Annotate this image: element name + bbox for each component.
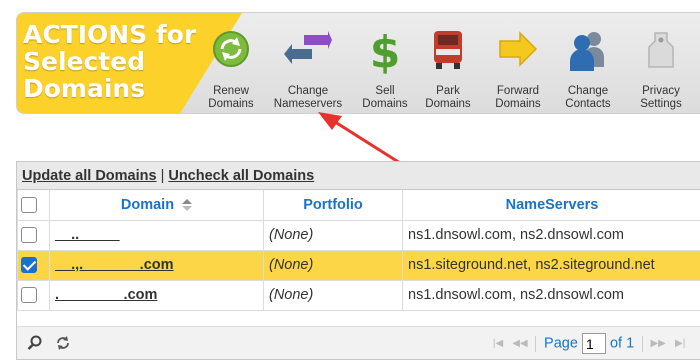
table-header-row: Domain Portfolio NameServers xyxy=(17,190,700,221)
column-header-nameservers[interactable]: NameServers xyxy=(402,190,700,221)
privacy-settings-button[interactable]: Privacy Settings xyxy=(617,27,700,113)
sort-icon[interactable] xyxy=(182,198,193,211)
pager-divider xyxy=(535,335,536,352)
domain-link[interactable]: .________.com xyxy=(55,287,157,303)
domain-link[interactable]: __.._____ xyxy=(55,227,120,243)
nameservers-cell: ns1.siteground.net, ns2.siteground.net xyxy=(402,250,700,281)
pager: |◀◀◀ Page of 1 ▶▶▶| xyxy=(487,333,691,355)
grid-footer: |◀◀◀ Page of 1 ▶▶▶| xyxy=(17,326,700,359)
portfolio-cell: (None) xyxy=(263,220,403,251)
column-header-portfolio[interactable]: Portfolio xyxy=(263,190,403,221)
actions-toolbar: ACTIONS for Selected Domains Renew Domai… xyxy=(16,12,700,114)
portfolio-cell: (None) xyxy=(263,280,403,311)
actions-title: ACTIONS for Selected Domains xyxy=(23,20,197,103)
privacy-tag-icon xyxy=(648,32,674,68)
privacy-settings-label: Privacy Settings xyxy=(640,85,682,110)
contacts-icon xyxy=(570,32,604,71)
bulk-actions-bar: Update all Domains | Uncheck all Domains xyxy=(17,162,700,190)
row-checkbox-cell xyxy=(17,220,50,251)
renew-domains-label: Renew Domains xyxy=(208,85,254,110)
domains-grid: Update all Domains | Uncheck all Domains D… xyxy=(16,161,700,360)
search-icon[interactable] xyxy=(27,335,43,351)
renew-icon xyxy=(213,31,249,67)
links-separator: | xyxy=(160,168,165,184)
forward-arrow-icon xyxy=(499,31,538,67)
row-checkbox[interactable] xyxy=(21,227,37,244)
page-number-input[interactable] xyxy=(581,333,606,354)
table-row[interactable]: __.._____ (None) ns1.dnsowl.com, ns2.dns… xyxy=(17,220,700,251)
pager-divider xyxy=(642,335,644,352)
row-checkbox-cell xyxy=(17,280,50,311)
renew-domains-button[interactable]: Renew Domains xyxy=(187,27,275,113)
row-checkbox[interactable] xyxy=(21,287,37,304)
svg-text:$: $ xyxy=(370,27,401,75)
domain-column-label: Domain xyxy=(120,196,175,213)
column-header-domain[interactable]: Domain xyxy=(49,190,264,221)
prev-page-icon[interactable]: ◀◀ xyxy=(509,338,531,349)
select-all-checkbox[interactable] xyxy=(21,196,37,213)
update-all-domains-link[interactable]: Update all Domains xyxy=(22,168,157,184)
domain-cell: __.,._______.com xyxy=(49,250,264,281)
refresh-icon[interactable] xyxy=(55,335,71,351)
domains-table: Domain Portfolio NameServers __.._____ (… xyxy=(17,190,700,311)
change-nameservers-button[interactable]: Change Nameservers xyxy=(264,27,352,113)
page-count-label: of 1 xyxy=(609,335,635,352)
page-label: Page xyxy=(544,335,578,352)
row-checkbox-checked[interactable] xyxy=(21,257,37,274)
nameservers-cell: ns1.dnsowl.com, ns2.dnsowl.com xyxy=(402,280,700,311)
table-row-selected[interactable]: __.,._______.com (None) ns1.siteground.n… xyxy=(17,250,700,281)
first-page-icon[interactable]: |◀ xyxy=(487,338,509,349)
uncheck-all-domains-link[interactable]: Uncheck all Domains xyxy=(168,168,314,184)
portfolio-cell: (None) xyxy=(263,250,403,281)
next-page-icon[interactable]: ▶▶ xyxy=(647,338,669,349)
dollar-icon: $ xyxy=(370,27,401,75)
domain-cell: __.._____ xyxy=(49,220,264,251)
row-checkbox-cell xyxy=(17,250,50,281)
domain-cell: .________.com xyxy=(49,280,264,311)
select-all-cell xyxy=(17,190,50,221)
last-page-icon[interactable]: ▶| xyxy=(669,338,691,349)
domain-link[interactable]: __.,._______.com xyxy=(55,257,174,273)
change-nameservers-icon xyxy=(284,31,332,64)
nameservers-cell: ns1.dnsowl.com, ns2.dnsowl.com xyxy=(402,220,700,251)
table-row[interactable]: .________.com (None) ns1.dnsowl.com, ns2… xyxy=(17,280,700,311)
truck-icon xyxy=(434,31,462,69)
